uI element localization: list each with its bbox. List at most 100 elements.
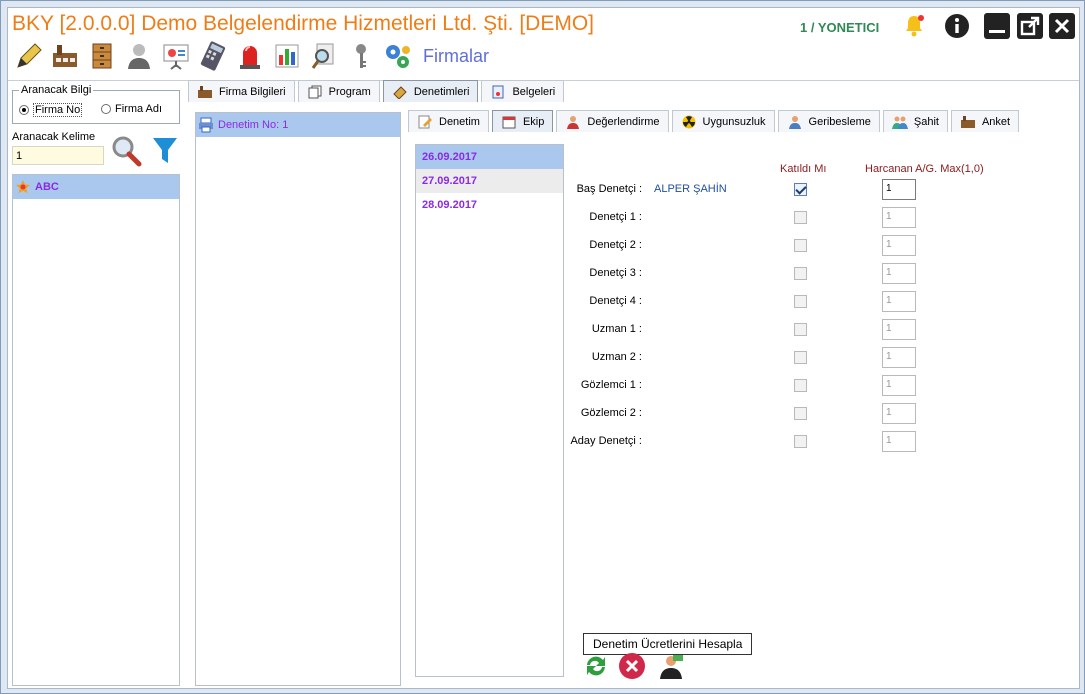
attended-checkbox[interactable] [794, 295, 807, 308]
attended-checkbox[interactable] [794, 183, 807, 196]
tab-label: Denetimleri [413, 85, 470, 98]
calendar-icon [501, 115, 517, 129]
tab-label: Geribesleme [808, 115, 871, 128]
factory-icon [960, 115, 976, 129]
hours-input[interactable]: 1 [882, 319, 916, 340]
hours-input[interactable]: 1 [882, 403, 916, 424]
team-row: Denetçi 3 : 1 [564, 263, 924, 285]
attended-checkbox[interactable] [794, 379, 807, 392]
tab-uygunsuzluk[interactable]: Uygunsuzluk [671, 110, 775, 132]
hours-input[interactable]: 1 [882, 179, 916, 200]
team-row: Baş Denetçi : ALPER ŞAHİN 1 [564, 179, 924, 201]
bell-icon[interactable] [900, 12, 928, 40]
role-label: Denetçi 3 : [589, 267, 642, 279]
app-title: BKY [2.0.0.0] Demo Belgelendirme Hizmetl… [12, 12, 595, 35]
role-label: Uzman 1 : [591, 323, 642, 335]
team-row: Denetçi 1 : 1 [564, 207, 924, 229]
hours-input[interactable]: 1 [882, 375, 916, 396]
radio-label: Firma Adı [115, 103, 163, 115]
attended-checkbox[interactable] [794, 323, 807, 336]
refresh-icon[interactable] [581, 652, 611, 680]
tab-label: Şahit [913, 115, 939, 128]
popout-icon[interactable] [1016, 12, 1044, 40]
member-name: ALPER ŞAHİN [654, 183, 727, 195]
tab-denetimleri[interactable]: Denetimleri [382, 80, 479, 102]
tab-label: Belgeleri [512, 85, 556, 98]
audit-list: Denetim No: 1 [195, 112, 401, 686]
tab-firma-bilgileri[interactable]: Firma Bilgileri [188, 80, 295, 102]
certificate-icon [490, 85, 506, 99]
printer-icon [199, 117, 213, 133]
hours-input[interactable]: 1 [882, 431, 916, 452]
factory-icon[interactable] [49, 41, 81, 71]
attended-checkbox[interactable] [794, 211, 807, 224]
attended-checkbox[interactable] [794, 435, 807, 448]
attended-checkbox[interactable] [794, 267, 807, 280]
close-icon[interactable] [1048, 12, 1076, 40]
current-user: 1 / YONETICI [800, 20, 880, 35]
person-icon [565, 115, 581, 129]
date-item[interactable]: 26.09.2017 [416, 145, 563, 169]
alarm-light-icon[interactable] [234, 41, 266, 71]
radio-firma-no[interactable]: Firma No [19, 103, 83, 117]
hours-input[interactable]: 1 [882, 291, 916, 312]
bar-chart-icon[interactable] [271, 41, 303, 71]
team-row: Gözlemci 1 : 1 [564, 375, 924, 397]
tab-label: Uygunsuzluk [702, 115, 766, 128]
date-item[interactable]: 28.09.2017 [416, 193, 563, 217]
presentation-icon[interactable] [160, 41, 192, 71]
star-badge-icon [16, 180, 30, 194]
attended-checkbox[interactable] [794, 351, 807, 364]
key-icon[interactable] [345, 41, 377, 71]
user-icon[interactable] [123, 41, 155, 71]
attended-checkbox[interactable] [794, 407, 807, 420]
minimize-icon[interactable] [983, 12, 1011, 40]
keyword-label: Aranacak Kelime [12, 131, 96, 143]
date-item[interactable]: 27.09.2017 [416, 169, 563, 193]
role-label: Gözlemci 1 : [580, 379, 642, 391]
factory-icon [197, 85, 213, 99]
hours-input[interactable]: 1 [882, 235, 916, 256]
gears-icon[interactable] [382, 41, 414, 71]
calculate-fee-icon[interactable] [656, 652, 686, 680]
magnifier-document-icon[interactable] [308, 41, 340, 71]
list-item[interactable]: Denetim No: 1 [196, 113, 400, 137]
search-icon[interactable] [110, 134, 144, 168]
team-row: Uzman 2 : 1 [564, 347, 924, 369]
hours-input[interactable]: 1 [882, 207, 916, 228]
cabinet-icon[interactable] [86, 41, 118, 71]
filter-icon[interactable] [151, 134, 179, 168]
tab-ekip[interactable]: Ekip [491, 110, 554, 132]
keyword-input[interactable]: 1 [12, 146, 104, 165]
info-icon[interactable] [943, 12, 971, 40]
radio-unselected-icon [101, 104, 111, 114]
section-title: Firmalar [423, 45, 489, 66]
hours-input[interactable]: 1 [882, 263, 916, 284]
person-icon [787, 115, 803, 129]
tab-program[interactable]: Program [297, 80, 380, 102]
tab-label: Firma Bilgileri [219, 85, 286, 98]
tab-belgeleri[interactable]: Belgeleri [481, 80, 565, 102]
calculator-icon[interactable] [197, 41, 229, 71]
tab-degerlendirme[interactable]: Değerlendirme [556, 110, 669, 132]
hours-input[interactable]: 1 [882, 347, 916, 368]
people-icon [891, 115, 908, 129]
team-row: Aday Denetçi : 1 [564, 431, 924, 453]
role-label: Denetçi 4 : [589, 295, 642, 307]
hours-column-header: Harcanan A/G. Max(1,0) [865, 163, 984, 175]
tab-denetim[interactable]: Denetim [408, 110, 489, 132]
tab-anket[interactable]: Anket [950, 110, 1020, 132]
attended-column-header: Katıldı Mı [780, 163, 827, 175]
attended-checkbox[interactable] [794, 239, 807, 252]
tab-label: Denetim [439, 115, 480, 128]
radio-firma-adi[interactable]: Firma Adı [101, 103, 162, 115]
tab-geribesleme[interactable]: Geribesleme [777, 110, 880, 132]
role-label: Gözlemci 2 : [580, 407, 642, 419]
app-window: BKY [2.0.0.0] Demo Belgelendirme Hizmetl… [0, 0, 1085, 694]
tab-sahit[interactable]: Şahit [882, 110, 948, 132]
list-item[interactable]: ABC [13, 175, 179, 199]
cancel-icon[interactable] [617, 652, 647, 680]
sub-tabs: Denetim Ekip Değerlendirme Uygunsuzluk G… [408, 110, 1020, 134]
firm-list: ABC [12, 174, 180, 686]
pen-icon[interactable] [12, 41, 44, 71]
